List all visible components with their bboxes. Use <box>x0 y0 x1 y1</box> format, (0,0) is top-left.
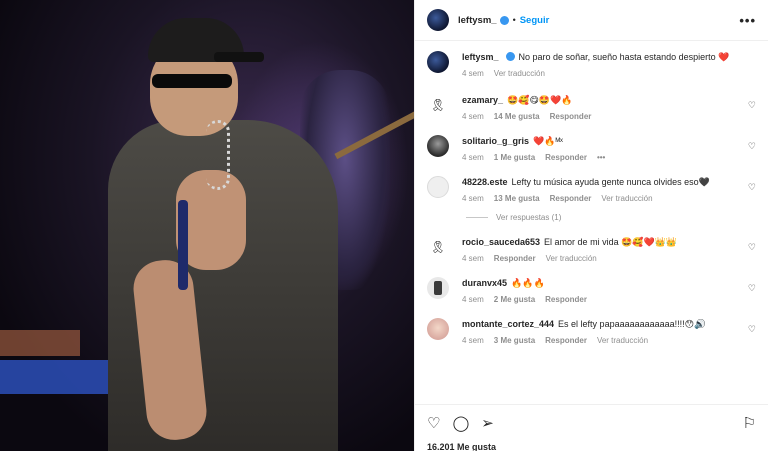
reply-button[interactable]: Responder <box>545 153 587 162</box>
post-header: leftysm_ • Seguir ••• <box>415 0 768 41</box>
save-bookmark-icon[interactable]: ⚐ <box>743 414 756 432</box>
verified-badge-icon <box>499 15 509 25</box>
ribbon-icon[interactable]: 🎗 <box>427 94 449 116</box>
default-avatar-icon[interactable] <box>427 176 449 198</box>
keyboard-instrument <box>0 360 110 394</box>
comment-text: 🤩🥰😋🤩❤️🔥 <box>507 95 573 105</box>
like-comment-heart-icon[interactable]: ♡ <box>748 283 756 294</box>
microphone <box>178 200 188 290</box>
like-comment-heart-icon[interactable]: ♡ <box>748 242 756 253</box>
comment-likes[interactable]: 13 Me gusta <box>494 194 540 203</box>
comment-likes[interactable]: 1 Me gusta <box>494 153 535 162</box>
separator-dot: • <box>512 15 516 25</box>
comment-text: Lefty tu música ayuda gente nunca olvide… <box>511 177 710 187</box>
comment-row: duranvx45 🔥🔥🔥 4 sem 2 Me gusta Responder … <box>427 277 756 304</box>
cartoon-avatar-icon[interactable] <box>427 318 449 340</box>
comment-username[interactable]: solitario_g_gris <box>462 136 529 146</box>
caption-time[interactable]: 4 sem <box>462 69 484 78</box>
comments-list: leftysm_ No paro de soñar, sueño hasta es… <box>415 41 768 345</box>
comment-time[interactable]: 4 sem <box>462 194 484 203</box>
post-photo[interactable] <box>0 0 414 451</box>
view-replies-label[interactable]: Ver respuestas (1) <box>496 213 561 222</box>
comment-text: El amor de mi vida 🤩🥰❤️👑👑 <box>544 237 678 247</box>
stage-equipment <box>0 330 80 356</box>
follow-button[interactable]: Seguir <box>520 15 550 26</box>
caption-row: leftysm_ No paro de soñar, sueño hasta es… <box>427 51 756 78</box>
ribbon-icon[interactable]: 🎗 <box>427 236 449 258</box>
translate-link[interactable]: Ver traducción <box>546 254 597 263</box>
comment-time[interactable]: 4 sem <box>462 153 484 162</box>
comment-likes[interactable]: 3 Me gusta <box>494 336 535 345</box>
performer-chain <box>206 120 230 190</box>
like-comment-heart-icon[interactable]: ♡ <box>748 100 756 111</box>
comment-username[interactable]: duranvx45 <box>462 278 507 288</box>
comment-username[interactable]: rocio_sauceda653 <box>462 237 540 247</box>
performer-glasses <box>152 74 232 88</box>
comment-time[interactable]: 4 sem <box>462 336 484 345</box>
comment-likes[interactable]: 14 Me gusta <box>494 112 540 121</box>
comment-time[interactable]: 4 sem <box>462 112 484 121</box>
caption-text: No paro de soñar, sueño hasta estando de… <box>518 52 730 62</box>
comment-likes[interactable]: 2 Me gusta <box>494 295 535 304</box>
replies-divider <box>466 217 488 218</box>
post-actions-bar: ♡ ◯ ➢ ⚐ 16.201 Me gusta <box>415 404 768 451</box>
comment-username[interactable]: 48228.este <box>462 177 508 187</box>
user-photo-icon[interactable] <box>427 135 449 157</box>
like-heart-icon[interactable]: ♡ <box>427 414 440 432</box>
like-comment-heart-icon[interactable]: ♡ <box>748 182 756 193</box>
like-comment-heart-icon[interactable]: ♡ <box>748 324 756 335</box>
comment-row: 48228.este Lefty tu música ayuda gente nu… <box>427 176 756 203</box>
comment-username[interactable]: ezamary_ <box>462 95 503 105</box>
reply-button[interactable]: Responder <box>550 112 592 121</box>
comment-more-icon[interactable]: ••• <box>597 153 605 162</box>
post-side-panel: leftysm_ • Seguir ••• leftysm_ No paro de… <box>414 0 768 451</box>
reply-button[interactable]: Responder <box>494 254 536 263</box>
author-username[interactable]: leftysm_ <box>458 15 497 26</box>
translate-link[interactable]: Ver traducción <box>597 336 648 345</box>
verified-badge-icon <box>505 52 515 61</box>
caption-avatar[interactable] <box>427 51 449 73</box>
comment-row: 🎗 ezamary_ 🤩🥰😋🤩❤️🔥 4 sem 14 Me gusta Resp… <box>427 94 756 121</box>
comment-time[interactable]: 4 sem <box>462 254 484 263</box>
phone-photo-icon[interactable] <box>427 277 449 299</box>
translate-link[interactable]: Ver traducción <box>494 69 545 78</box>
view-replies[interactable]: Ver respuestas (1) <box>466 213 756 222</box>
comment-text: 🔥🔥🔥 <box>511 278 545 288</box>
reply-button[interactable]: Responder <box>545 336 587 345</box>
share-send-icon[interactable]: ➢ <box>481 414 494 432</box>
reply-button[interactable]: Responder <box>550 194 592 203</box>
comment-bubble-icon[interactable]: ◯ <box>452 414 469 432</box>
like-comment-heart-icon[interactable]: ♡ <box>748 141 756 152</box>
comment-text: ❤️🔥ᴹˣ <box>533 136 563 146</box>
more-options-icon[interactable]: ••• <box>739 13 756 28</box>
post-likes-count[interactable]: 16.201 Me gusta <box>427 442 756 451</box>
reply-button[interactable]: Responder <box>545 295 587 304</box>
comment-row: montante_cortez_444 Es el lefty papaaaaaa… <box>427 318 756 345</box>
comment-row: solitario_g_gris ❤️🔥ᴹˣ 4 sem 1 Me gusta R… <box>427 135 756 162</box>
post-viewer: leftysm_ • Seguir ••• leftysm_ No paro de… <box>0 0 768 451</box>
comment-username[interactable]: montante_cortez_444 <box>462 319 554 329</box>
cap-brim <box>214 52 264 62</box>
caption-username[interactable]: leftysm_ <box>462 52 499 62</box>
comment-row: 🎗 rocio_sauceda653 El amor de mi vida 🤩🥰❤… <box>427 236 756 263</box>
translate-link[interactable]: Ver traducción <box>601 194 652 203</box>
author-avatar[interactable] <box>427 9 449 31</box>
comment-text: Es el lefty papaaaaaaaaaaaa!!!!😯🔊⃝ <box>558 319 706 329</box>
comment-time[interactable]: 4 sem <box>462 295 484 304</box>
